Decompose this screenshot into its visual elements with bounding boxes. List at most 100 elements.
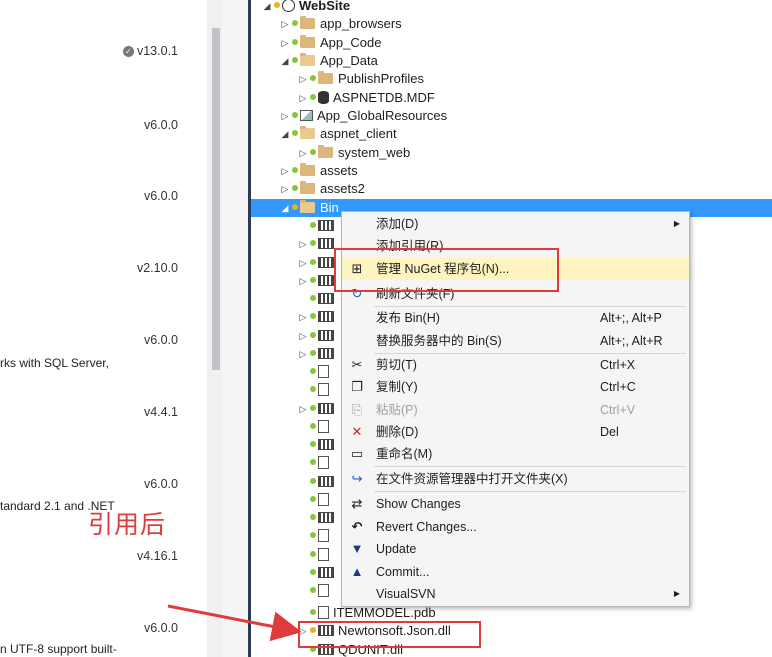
menu-item-open-in-explorer[interactable]: ↪ 在文件资源管理器中打开文件夹(X) bbox=[342, 468, 689, 490]
folder-icon bbox=[318, 71, 333, 84]
menu-item-add[interactable]: 添加(D) ▶ bbox=[342, 213, 689, 235]
expand-arrow-icon[interactable]: ▷ bbox=[297, 345, 309, 363]
menu-item-delete[interactable]: ✕ 删除(D) Del bbox=[342, 421, 689, 443]
scrollbar-thumb[interactable] bbox=[212, 28, 220, 370]
collapse-arrow-icon[interactable]: ◢ bbox=[261, 0, 273, 15]
tree-node-bin-child[interactable] bbox=[297, 436, 338, 454]
menu-item-rename[interactable]: ▭ 重命名(M) bbox=[342, 443, 689, 465]
expand-arrow-icon[interactable]: ▷ bbox=[279, 180, 291, 198]
status-dot-icon bbox=[310, 277, 316, 283]
tree-node-app-globalresources[interactable]: ▷ App_GlobalResources bbox=[279, 107, 448, 125]
expand-arrow-icon[interactable]: ▷ bbox=[279, 34, 291, 52]
expand-arrow-icon[interactable]: ▷ bbox=[297, 144, 309, 162]
tree-node-aspnet-client[interactable]: ◢ aspnet_client bbox=[279, 125, 397, 143]
status-dot-icon bbox=[292, 167, 298, 173]
tree-node-bin-child[interactable] bbox=[297, 564, 338, 582]
tree-node-assets[interactable]: ▷ assets bbox=[279, 162, 358, 180]
tree-node-bin-child[interactable] bbox=[297, 546, 333, 564]
rename-icon: ▭ bbox=[350, 446, 364, 461]
reference-icon bbox=[318, 403, 334, 414]
expand-arrow-icon[interactable]: ▷ bbox=[297, 235, 309, 253]
menu-separator bbox=[374, 491, 686, 492]
tree-node-bin-child[interactable] bbox=[297, 217, 338, 235]
menu-item-visualsvn[interactable]: VisualSVN ▶ bbox=[342, 583, 689, 605]
package-version: ✓ v13.0.1 bbox=[122, 44, 178, 58]
tree-node-app-browsers[interactable]: ▷ app_browsers bbox=[279, 15, 402, 33]
reference-icon bbox=[318, 293, 334, 304]
tree-node-bin-child[interactable] bbox=[297, 527, 333, 545]
tree-node-bin-child[interactable]: ▷ bbox=[297, 345, 338, 363]
tree-node-bin-child[interactable]: ▷ bbox=[297, 327, 338, 345]
menu-item-copy[interactable]: ❐ 复制(Y) Ctrl+C bbox=[342, 376, 689, 398]
tree-node-bin-child[interactable] bbox=[297, 454, 333, 472]
tree-node-aspnetdb[interactable]: ▷ ASPNETDB.MDF bbox=[297, 89, 435, 107]
menu-item-replace-bin[interactable]: 替换服务器中的 Bin(S) Alt+;, Alt+R bbox=[342, 330, 689, 352]
status-dot-icon bbox=[292, 204, 298, 210]
tree-node-bin-child[interactable]: ▷ bbox=[297, 235, 338, 253]
package-version: v6.0.0 bbox=[143, 118, 178, 132]
menu-item-update[interactable]: ▼ Update bbox=[342, 538, 689, 560]
menu-item-publish-bin[interactable]: 发布 Bin(H) Alt+;, Alt+P bbox=[342, 307, 689, 329]
tree-node-app-data[interactable]: ◢ App_Data bbox=[279, 52, 378, 70]
status-dot-icon bbox=[292, 39, 298, 45]
folder-open-icon bbox=[300, 126, 315, 139]
expand-arrow-icon[interactable]: ▷ bbox=[279, 162, 291, 180]
tree-node-bin-child[interactable] bbox=[297, 473, 338, 491]
tree-node-bin-child[interactable] bbox=[297, 381, 333, 399]
status-dot-icon bbox=[292, 112, 298, 118]
status-dot-icon bbox=[310, 405, 316, 411]
menu-item-cut[interactable]: ✂ 剪切(T) Ctrl+X bbox=[342, 354, 689, 376]
menu-item-commit[interactable]: ▲ Commit... bbox=[342, 561, 689, 583]
reference-icon bbox=[318, 257, 334, 268]
status-dot-icon bbox=[310, 551, 316, 557]
file-icon bbox=[318, 456, 329, 469]
tree-node-bin-child[interactable]: ▷ bbox=[297, 308, 338, 326]
tree-node-app-code[interactable]: ▷ App_Code bbox=[279, 34, 381, 52]
tree-node-publish-profiles[interactable]: ▷ PublishProfiles bbox=[297, 70, 424, 88]
status-dot-icon bbox=[292, 57, 298, 63]
copy-icon: ❐ bbox=[351, 379, 363, 394]
tree-node-bin-child[interactable]: ▷ bbox=[297, 254, 338, 272]
reference-icon bbox=[318, 348, 334, 359]
package-version: v6.0.0 bbox=[143, 477, 178, 491]
status-dot-icon bbox=[310, 569, 316, 575]
expand-arrow-icon[interactable]: ▷ bbox=[279, 15, 291, 33]
tree-node-assets2[interactable]: ▷ assets2 bbox=[279, 180, 365, 198]
reference-icon bbox=[318, 220, 334, 231]
package-description: n UTF-8 support built- bbox=[0, 642, 117, 656]
tree-node-bin-child[interactable] bbox=[297, 418, 333, 436]
tree-node-bin-child[interactable] bbox=[297, 290, 338, 308]
collapse-arrow-icon[interactable]: ◢ bbox=[279, 125, 291, 143]
tree-node-system-web[interactable]: ▷ system_web bbox=[297, 144, 410, 162]
expand-arrow-icon[interactable]: ▷ bbox=[297, 254, 309, 272]
expand-arrow-icon[interactable]: ▷ bbox=[297, 89, 309, 107]
expand-arrow-icon[interactable]: ▷ bbox=[279, 107, 291, 125]
status-dot-icon bbox=[310, 587, 316, 593]
expand-arrow-icon[interactable]: ▷ bbox=[297, 308, 309, 326]
menu-item-show-changes[interactable]: ⇄ Show Changes bbox=[342, 493, 689, 515]
tree-node-bin-child[interactable] bbox=[297, 363, 333, 381]
file-icon bbox=[318, 584, 329, 597]
menu-item-revert-changes[interactable]: ↶ Revert Changes... bbox=[342, 516, 689, 538]
expand-arrow-icon[interactable]: ▷ bbox=[297, 327, 309, 345]
file-icon bbox=[318, 529, 329, 542]
collapse-arrow-icon[interactable]: ◢ bbox=[279, 52, 291, 70]
menu-item-paste[interactable]: ⎘ 粘贴(P) Ctrl+V bbox=[342, 399, 689, 421]
expand-arrow-icon[interactable]: ▷ bbox=[297, 70, 309, 88]
file-icon bbox=[318, 365, 329, 378]
tree-node-bin-child[interactable]: ▷ bbox=[297, 272, 338, 290]
expand-arrow-icon[interactable]: ▷ bbox=[297, 272, 309, 290]
annotation-label: 引用后 bbox=[88, 510, 167, 539]
tree-node-bin-child[interactable] bbox=[297, 582, 333, 600]
collapse-arrow-icon[interactable]: ◢ bbox=[279, 199, 291, 217]
package-version: v2.10.0 bbox=[136, 261, 178, 275]
status-dot-icon bbox=[310, 259, 316, 265]
tree-node-bin-child[interactable]: ▷ bbox=[297, 400, 338, 418]
file-icon bbox=[318, 383, 329, 396]
expand-arrow-icon[interactable]: ▷ bbox=[297, 400, 309, 418]
tree-node-bin-child[interactable] bbox=[297, 491, 333, 509]
tree-node-bin-child[interactable] bbox=[297, 509, 338, 527]
reference-icon bbox=[318, 439, 334, 450]
tree-node-website[interactable]: ◢ WebSite bbox=[261, 0, 350, 15]
package-version: v4.16.1 bbox=[136, 549, 178, 563]
